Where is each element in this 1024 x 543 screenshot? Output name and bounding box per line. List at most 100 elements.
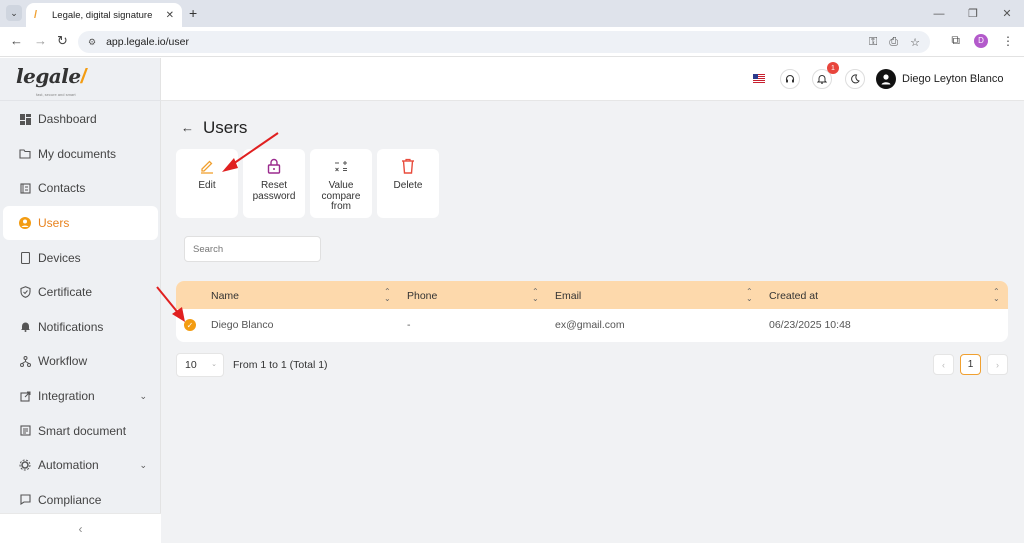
annotation-arrow-to-edit (222, 132, 279, 172)
shield-icon (19, 286, 31, 299)
column-header-name[interactable]: Name (211, 290, 239, 302)
delete-label: Delete (393, 180, 423, 191)
legale-favicon-icon: / (34, 9, 38, 21)
sidebar-item-smart-document[interactable]: Smart document (0, 413, 161, 448)
next-page-button[interactable]: › (987, 354, 1008, 375)
sidebar-item-label: Workflow (38, 354, 88, 369)
sidebar-item-label: Certificate (38, 285, 93, 300)
window-controls: — ❐ ✕ (922, 0, 1024, 27)
sidebar-collapse-button[interactable]: ‹ (0, 513, 161, 543)
site-info-icon[interactable]: ⚙ (88, 37, 96, 48)
sort-icon[interactable]: ⌃ ⌄ (384, 288, 391, 303)
sort-icon[interactable]: ⌃ ⌄ (532, 288, 539, 303)
sidebar-item-label: Integration (38, 389, 95, 404)
browser-tab[interactable]: / Legale, digital signature ✕ (26, 3, 182, 27)
table-header: Name ⌃ ⌄ Phone ⌃ ⌄ Email ⌃ ⌄ Created at ⌃ ⌄ (176, 281, 1008, 309)
external-link-icon (19, 390, 31, 402)
smart-document-icon (19, 425, 31, 437)
profile-avatar[interactable]: D (974, 33, 988, 48)
notification-badge: 1 (827, 62, 839, 74)
browser-tab-bar: ⌄ / Legale, digital signature ✕ + — ❐ ✕ (0, 0, 1024, 27)
user-circle-icon (19, 217, 31, 230)
workflow-icon (19, 355, 31, 367)
page-1-button[interactable]: 1 (960, 354, 981, 375)
minimize-button[interactable]: — (922, 0, 956, 27)
app-root: legale/ fast, secure and smart Dashboard… (0, 58, 1024, 543)
cell-created-at: 06/23/2025 10:48 (769, 319, 851, 331)
back-arrow-icon[interactable]: ← (181, 120, 194, 135)
sidebar-item-workflow[interactable]: Workflow (0, 344, 161, 379)
dashboard-icon (19, 113, 31, 125)
sidebar-item-dashboard[interactable]: Dashboard (0, 102, 161, 137)
calculator-icon (332, 157, 350, 175)
browser-menu-icon[interactable]: ⋮ (1002, 34, 1014, 48)
support-headset-icon[interactable] (780, 69, 800, 89)
password-key-icon[interactable]: ⚿ (869, 36, 877, 49)
extensions-icon[interactable]: ⧉ (951, 33, 960, 48)
page-size-value: 10 (185, 359, 197, 371)
page-size-select[interactable]: 10 ⌄ (176, 353, 224, 377)
bell-icon (19, 321, 31, 333)
restore-button[interactable]: ❐ (956, 0, 990, 27)
prev-page-button[interactable]: ‹ (933, 354, 954, 375)
table-row[interactable]: ✓ Diego Blanco - ex@gmail.com 06/23/2025… (176, 309, 1008, 341)
sidebar-item-automation[interactable]: Automation ⌄ (0, 448, 161, 483)
pagination-info: From 1 to 1 (Total 1) (233, 359, 328, 371)
sidebar-item-label: Compliance (38, 492, 102, 507)
us-flag-icon[interactable] (753, 74, 765, 83)
column-header-created-at[interactable]: Created at (769, 290, 818, 302)
tab-search-button[interactable]: ⌄ (6, 5, 22, 21)
user-name[interactable]: Diego Leyton Blanco (902, 73, 1004, 85)
sidebar-item-contacts[interactable]: Contacts (0, 171, 161, 206)
sidebar-item-label: My documents (38, 146, 117, 161)
top-bar: 1 Diego Leyton Blanco (161, 58, 1024, 101)
bookmark-star-icon[interactable]: ☆ (910, 36, 920, 49)
sidebar-item-label: Devices (38, 250, 81, 265)
sidebar-item-integration[interactable]: Integration ⌄ (0, 379, 161, 414)
sidebar-item-label: Users (38, 216, 70, 231)
value-compare-button[interactable]: Value compare from (310, 149, 372, 218)
pagination: 10 ⌄ From 1 to 1 (Total 1) ‹ 1 › (176, 353, 1008, 377)
dark-mode-icon[interactable] (845, 69, 865, 89)
search-input[interactable] (184, 236, 321, 262)
sidebar-item-notifications[interactable]: Notifications (0, 310, 161, 345)
back-nav-icon[interactable]: ← (10, 33, 23, 49)
column-header-phone[interactable]: Phone (407, 290, 437, 302)
annotation-arrow-to-checkbox (156, 286, 185, 322)
users-table: Name ⌃ ⌄ Phone ⌃ ⌄ Email ⌃ ⌄ Created at ⌃ ⌄ … (176, 281, 1008, 342)
device-icon (19, 251, 31, 264)
cell-phone: - (407, 319, 411, 331)
logo-text: legale (16, 64, 81, 88)
user-avatar[interactable] (876, 69, 896, 89)
address-bar[interactable]: ⚙ app.legale.io/user ⚿ ⎙ ☆ (78, 31, 930, 53)
sidebar-item-devices[interactable]: Devices (0, 240, 161, 275)
contacts-icon (19, 182, 31, 194)
new-tab-button[interactable]: + (189, 5, 197, 21)
reload-icon[interactable]: ↻ (57, 33, 68, 49)
close-window-button[interactable]: ✕ (990, 0, 1024, 27)
legale-logo[interactable]: legale/ fast, secure and smart (16, 64, 96, 98)
url-text[interactable]: app.legale.io/user (106, 36, 869, 48)
install-app-icon[interactable]: ⎙ (889, 36, 898, 49)
sort-icon[interactable]: ⌃ ⌄ (746, 288, 753, 303)
sort-icon[interactable]: ⌃ ⌄ (993, 288, 1000, 303)
tab-close-icon[interactable]: ✕ (166, 10, 174, 21)
sidebar-item-users[interactable]: Users (3, 205, 158, 241)
sidebar-item-my-documents[interactable]: My documents (0, 137, 161, 172)
delete-button[interactable]: Delete (377, 149, 439, 218)
sidebar-item-label: Contacts (38, 181, 86, 196)
sidebar-item-certificate[interactable]: Certificate (0, 275, 161, 310)
sidebar-item-compliance[interactable]: Compliance (0, 483, 161, 518)
chevron-down-icon[interactable]: ⌄ (139, 391, 147, 402)
logo-mark-icon: / (80, 66, 87, 88)
browser-toolbar: ← → ↻ ⚙ app.legale.io/user ⚿ ⎙ ☆ ⧉ D ⋮ (0, 27, 1024, 57)
sidebar: legale/ fast, secure and smart Dashboard… (0, 58, 161, 543)
value-compare-label: Value compare from (321, 180, 361, 212)
column-header-email[interactable]: Email (555, 290, 581, 302)
cell-email: ex@gmail.com (555, 319, 625, 331)
chevron-down-icon[interactable]: ⌄ (139, 460, 147, 471)
sidebar-item-label: Automation (38, 458, 99, 473)
cell-name: Diego Blanco (211, 319, 274, 331)
trash-icon (399, 157, 417, 175)
forward-nav-icon[interactable]: → (34, 33, 47, 49)
